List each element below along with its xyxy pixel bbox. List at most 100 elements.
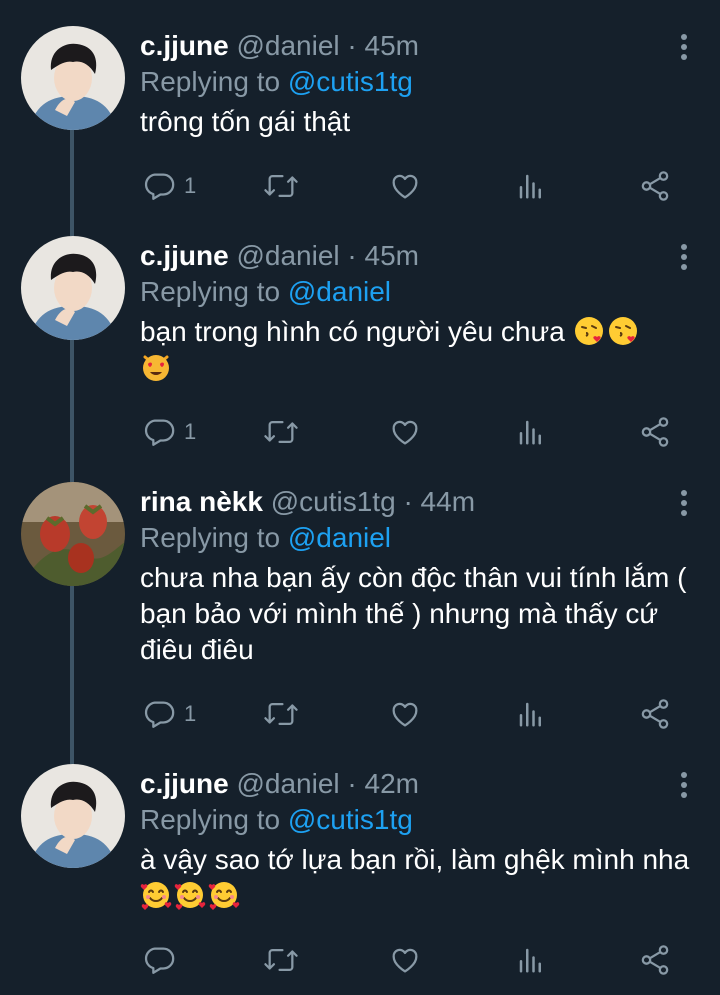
more-options-icon[interactable] (678, 32, 690, 62)
replying-to: Replying to @daniel (140, 272, 391, 312)
tweet-header: c.jjune @daniel · 45m (140, 236, 419, 276)
tweet-header: c.jjune @daniel · 42m (140, 764, 419, 804)
smiling-face-with-hearts-emoji (208, 879, 240, 911)
tweet-text: bạn trong hình có người yêu chưa (140, 314, 700, 386)
user-handle[interactable]: @daniel (236, 30, 339, 61)
timestamp[interactable]: 44m (421, 486, 475, 517)
tweet-actions: 1 (140, 696, 680, 732)
tweet-actions (140, 942, 680, 978)
mention-link[interactable]: @daniel (288, 276, 391, 307)
smiling-face-with-hearts-emoji (140, 879, 172, 911)
reply-count: 1 (184, 701, 197, 726)
tweet-text-content: à vậy sao tớ lựa bạn rồi, làm ghệk mình … (140, 844, 690, 875)
avatar[interactable] (21, 482, 125, 586)
share-icon (638, 415, 672, 449)
tweet[interactable]: c.jjune @daniel · 45m Replying to @danie… (0, 236, 720, 466)
analytics-icon (516, 171, 546, 201)
more-options-icon[interactable] (678, 488, 690, 518)
like-button[interactable] (388, 414, 422, 450)
like-button[interactable] (388, 696, 422, 732)
share-button[interactable] (638, 696, 672, 732)
reply-icon (142, 943, 176, 977)
tweet-text: chưa nha bạn ấy còn độc thân vui tính lắ… (140, 560, 700, 668)
heart-eyes-cat-emoji (140, 351, 172, 383)
user-handle[interactable]: @daniel (236, 240, 339, 271)
retweet-icon (262, 697, 300, 731)
share-icon (638, 943, 672, 977)
share-button[interactable] (638, 942, 672, 978)
share-button[interactable] (638, 414, 672, 450)
share-button[interactable] (638, 168, 672, 204)
analytics-button[interactable] (516, 696, 546, 732)
replying-to-label: Replying to (140, 522, 281, 553)
reply-thread: c.jjune @daniel · 45m Replying to @cutis… (0, 0, 720, 995)
replying-to-label: Replying to (140, 276, 281, 307)
tweet-text: à vậy sao tớ lựa bạn rồi, làm ghệk mình … (140, 842, 700, 914)
reply-icon (142, 697, 176, 731)
mention-link[interactable]: @cutis1tg (288, 66, 413, 97)
replying-to: Replying to @cutis1tg (140, 800, 413, 840)
tweet[interactable]: rina nèkk @cutis1tg · 44m Replying to @d… (0, 482, 720, 744)
retweet-button[interactable] (262, 168, 300, 204)
reply-button[interactable] (142, 942, 184, 978)
more-options-icon[interactable] (678, 242, 690, 272)
timestamp[interactable]: 45m (365, 30, 419, 61)
analytics-icon (516, 417, 546, 447)
replying-to-label: Replying to (140, 66, 281, 97)
replying-to: Replying to @cutis1tg (140, 62, 413, 102)
display-name[interactable]: rina nèkk (140, 486, 263, 517)
tweet-actions: 1 (140, 414, 680, 450)
user-handle[interactable]: @daniel (236, 768, 339, 799)
separator-dot: · (347, 30, 357, 61)
more-options-icon[interactable] (678, 770, 690, 800)
separator-dot: · (403, 486, 413, 517)
timestamp[interactable]: 45m (365, 240, 419, 271)
reply-count: 1 (184, 173, 197, 198)
reply-count: 1 (184, 419, 197, 444)
display-name[interactable]: c.jjune (140, 30, 229, 61)
mention-link[interactable]: @daniel (288, 522, 391, 553)
user-handle[interactable]: @cutis1tg (271, 486, 396, 517)
avatar[interactable] (21, 26, 125, 130)
retweet-button[interactable] (262, 414, 300, 450)
reply-icon (142, 169, 176, 203)
display-name[interactable]: c.jjune (140, 240, 229, 271)
tweet[interactable]: c.jjune @daniel · 42m Replying to @cutis… (0, 764, 720, 994)
retweet-icon (262, 415, 300, 449)
analytics-icon (516, 699, 546, 729)
face-blowing-kiss-emoji (573, 315, 605, 347)
reply-button[interactable]: 1 (142, 414, 196, 450)
tweet-text-content: trông tốn gái thật (140, 106, 351, 137)
heart-icon (388, 697, 422, 731)
analytics-button[interactable] (516, 942, 546, 978)
timestamp[interactable]: 42m (365, 768, 419, 799)
tweet-header: c.jjune @daniel · 45m (140, 26, 419, 66)
heart-icon (388, 415, 422, 449)
tweet-text: trông tốn gái thật (140, 104, 700, 140)
analytics-button[interactable] (516, 414, 546, 450)
tweet[interactable]: c.jjune @daniel · 45m Replying to @cutis… (0, 26, 720, 216)
like-button[interactable] (388, 942, 422, 978)
avatar[interactable] (21, 236, 125, 340)
like-button[interactable] (388, 168, 422, 204)
heart-icon (388, 943, 422, 977)
analytics-button[interactable] (516, 168, 546, 204)
separator-dot: · (347, 768, 357, 799)
reply-icon (142, 415, 176, 449)
mention-link[interactable]: @cutis1tg (288, 804, 413, 835)
tweet-text-content: chưa nha bạn ấy còn độc thân vui tính lắ… (140, 562, 687, 665)
heart-icon (388, 169, 422, 203)
display-name[interactable]: c.jjune (140, 768, 229, 799)
reply-button[interactable]: 1 (142, 696, 196, 732)
retweet-button[interactable] (262, 942, 300, 978)
smiling-face-with-hearts-emoji (174, 879, 206, 911)
share-icon (638, 697, 672, 731)
face-blowing-kiss-emoji (607, 315, 639, 347)
retweet-button[interactable] (262, 696, 300, 732)
replying-to-label: Replying to (140, 804, 281, 835)
analytics-icon (516, 945, 546, 975)
avatar[interactable] (21, 764, 125, 868)
reply-button[interactable]: 1 (142, 168, 196, 204)
tweet-header: rina nèkk @cutis1tg · 44m (140, 482, 475, 522)
separator-dot: · (347, 240, 357, 271)
